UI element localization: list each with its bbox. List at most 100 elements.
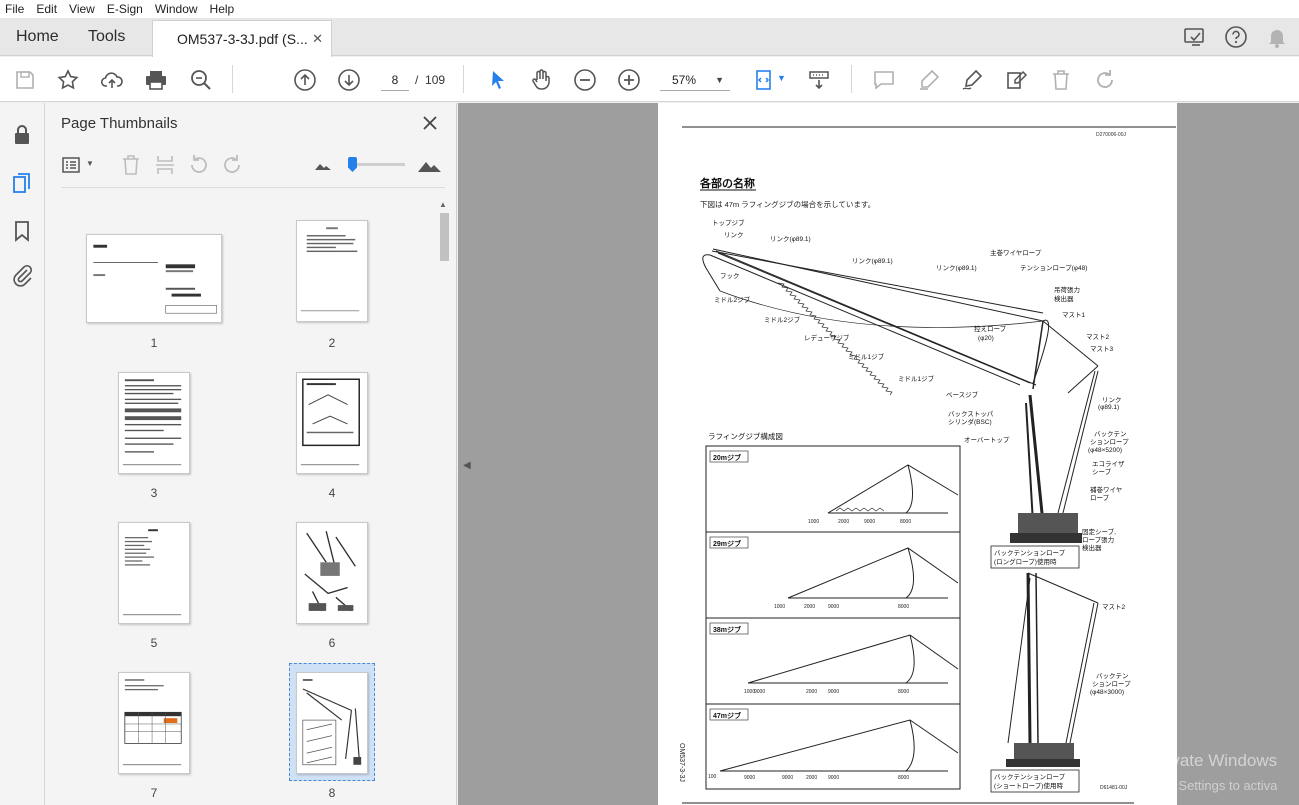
thumbnail-options-icon[interactable] bbox=[61, 153, 85, 177]
zoom-search-icon[interactable] bbox=[188, 67, 214, 93]
next-page-icon[interactable] bbox=[336, 67, 362, 93]
panel-title: Page Thumbnails bbox=[61, 115, 178, 132]
chevron-down-icon: ▼ bbox=[715, 75, 724, 85]
redo-icon[interactable] bbox=[1092, 67, 1118, 93]
svg-text:検出器: 検出器 bbox=[1082, 543, 1102, 552]
save-icon[interactable] bbox=[12, 67, 38, 93]
total-pages: 109 bbox=[425, 73, 446, 87]
document-viewer[interactable]: D270006-00J 各部の名称 下図は 47m ラフィングジブの場合を示して… bbox=[458, 103, 1299, 805]
menu-view[interactable]: View bbox=[63, 2, 101, 16]
tab-tools[interactable]: Tools bbox=[88, 18, 125, 56]
page-figure: D270006-00J 各部の名称 下図は 47m ラフィングジブの場合を示して… bbox=[678, 126, 1176, 804]
bell-icon[interactable] bbox=[1265, 25, 1289, 49]
label-middle2b: ミドル2ジブ bbox=[764, 315, 801, 324]
rotate-right-icon[interactable] bbox=[220, 153, 244, 177]
zoom-in-icon[interactable] bbox=[616, 67, 642, 93]
page-fit-icon[interactable] bbox=[751, 67, 777, 93]
thumbnail-size-slider[interactable] bbox=[350, 163, 405, 166]
extract-page-icon[interactable] bbox=[153, 153, 177, 177]
scrollbar-thumb[interactable] bbox=[440, 213, 449, 261]
hand-tool-icon[interactable] bbox=[528, 67, 554, 93]
config-20m: 20mジブ bbox=[713, 453, 741, 462]
page-separator: / bbox=[415, 73, 419, 87]
label-mast2b: マスト2 bbox=[1102, 603, 1126, 611]
scroll-up-icon[interactable]: ▲ bbox=[439, 200, 447, 209]
attachment-icon[interactable] bbox=[10, 263, 34, 287]
left-rail bbox=[0, 103, 45, 805]
menu-window[interactable]: Window bbox=[149, 2, 204, 16]
toolbar-divider bbox=[463, 65, 464, 93]
close-panel-icon[interactable] bbox=[419, 112, 441, 134]
page-thumbnail[interactable] bbox=[118, 522, 190, 624]
menu-help[interactable]: Help bbox=[204, 2, 241, 16]
small-thumbnail-icon[interactable] bbox=[311, 153, 335, 177]
thumbnail-list: 1 2 3 4 5 6 7 8 bbox=[45, 198, 437, 805]
upload-cloud-icon[interactable] bbox=[99, 67, 125, 93]
label-load-detector: 吊荷張力 bbox=[1054, 285, 1080, 294]
sign-pen-icon[interactable] bbox=[959, 67, 985, 93]
tab-document[interactable]: OM537-3-3J.pdf (S... ✕ bbox=[152, 20, 332, 57]
thumbnail-scrollbar[interactable]: ▲ bbox=[437, 198, 451, 805]
page-thumbnail[interactable] bbox=[118, 672, 190, 774]
page-thumbnails-icon[interactable] bbox=[10, 171, 34, 195]
print-icon[interactable] bbox=[143, 67, 169, 93]
share-screen-icon[interactable] bbox=[1183, 25, 1207, 49]
collapse-panel-icon[interactable]: ◀ bbox=[463, 460, 471, 471]
close-tab-icon[interactable]: ✕ bbox=[312, 21, 323, 57]
bookmark-icon[interactable] bbox=[10, 219, 34, 243]
svg-text:検出器: 検出器 bbox=[1054, 294, 1074, 303]
label-mast1: マスト1 bbox=[1062, 311, 1086, 319]
menu-edit[interactable]: Edit bbox=[30, 2, 63, 16]
label-guy-rope: 控えロープ bbox=[974, 324, 1007, 333]
page-thumbnail[interactable] bbox=[296, 220, 368, 322]
comment-icon[interactable] bbox=[871, 67, 897, 93]
svg-text:9000: 9000 bbox=[754, 689, 765, 695]
fill-sign-icon[interactable] bbox=[1004, 67, 1030, 93]
svg-text:(φ20): (φ20) bbox=[978, 335, 994, 342]
label-mast3: マスト3 bbox=[1090, 345, 1114, 353]
previous-page-icon[interactable] bbox=[292, 67, 318, 93]
lock-icon[interactable] bbox=[10, 123, 34, 147]
large-thumbnail-icon[interactable] bbox=[417, 153, 441, 177]
slider-knob[interactable] bbox=[348, 157, 357, 172]
page-thumbnail[interactable] bbox=[296, 522, 368, 624]
label-link-right: リンク bbox=[1102, 396, 1122, 404]
page-thumbnail[interactable] bbox=[86, 234, 222, 323]
chevron-down-icon[interactable]: ▼ bbox=[777, 73, 786, 83]
zoom-out-icon[interactable] bbox=[572, 67, 598, 93]
label-fixed-sheave: 固定シーブ, bbox=[1082, 527, 1116, 536]
svg-text:ロープ張力: ロープ張力 bbox=[1082, 535, 1114, 544]
menu-file[interactable]: File bbox=[0, 2, 30, 16]
delete-icon[interactable] bbox=[1048, 67, 1074, 93]
scroll-mode-icon[interactable] bbox=[806, 67, 832, 93]
page-thumbnail[interactable] bbox=[118, 372, 190, 474]
label-middle1b: ミドル1ジブ bbox=[898, 374, 935, 383]
svg-text:(φ89.1): (φ89.1) bbox=[1098, 404, 1119, 411]
tab-home[interactable]: Home bbox=[16, 18, 59, 56]
zoom-level-select[interactable]: 57% ▼ bbox=[660, 69, 730, 91]
activation-watermark: Activate Windows bbox=[1143, 751, 1278, 770]
svg-text:ションロープ: ションロープ bbox=[1092, 680, 1131, 688]
page-thumbnail[interactable] bbox=[296, 372, 368, 474]
svg-text:9000: 9000 bbox=[782, 775, 793, 781]
svg-text:ションロープ: ションロープ bbox=[1090, 438, 1129, 446]
menu-esign[interactable]: E-Sign bbox=[101, 2, 149, 16]
label-middle2: ミドル2ジブ bbox=[714, 295, 751, 304]
label-main-wire: 主巻ワイヤロープ bbox=[990, 248, 1042, 257]
rotate-left-icon[interactable] bbox=[187, 153, 211, 177]
star-icon[interactable] bbox=[55, 67, 81, 93]
svg-text:2000: 2000 bbox=[804, 604, 815, 610]
chevron-down-icon[interactable]: ▼ bbox=[86, 159, 94, 168]
select-cursor-icon[interactable] bbox=[485, 67, 511, 93]
label-backstop: バックストッパ bbox=[948, 410, 994, 418]
page-thumbnail-selected[interactable] bbox=[296, 672, 368, 774]
svg-text:9000: 9000 bbox=[744, 775, 755, 781]
help-icon[interactable] bbox=[1224, 25, 1248, 49]
svg-text:(ショートロープ)使用時: (ショートロープ)使用時 bbox=[994, 781, 1063, 790]
delete-page-icon[interactable] bbox=[119, 153, 143, 177]
label-top-jib: トップジブ bbox=[712, 218, 745, 227]
svg-text:8000: 8000 bbox=[900, 519, 911, 525]
highlight-icon[interactable] bbox=[916, 67, 942, 93]
label-tension-rope: テンションロープ(φ48) bbox=[1020, 264, 1087, 272]
page-number-input[interactable]: 8 bbox=[381, 69, 409, 91]
